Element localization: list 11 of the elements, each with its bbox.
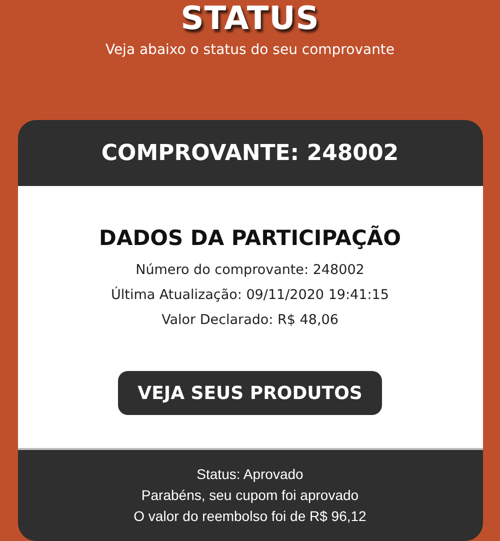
status-text: Status: Aprovado	[196, 465, 304, 484]
status-text: Parabéns, seu cupom foi aprovado	[141, 486, 359, 505]
status-text: O valor do reembolso foi de R$ 96,12	[134, 507, 366, 526]
section-title: DADOS DA PARTICIPAÇÃO	[99, 226, 401, 250]
view-products-button[interactable]: VEJA SEUS PRODUTOS	[118, 371, 382, 415]
detail-text: Valor Declarado: R$ 48,06	[162, 311, 338, 330]
detail-text: Número do comprovante: 248002	[136, 261, 364, 280]
detail-text: Última Atualização: 09/11/2020 19:41:15	[111, 286, 389, 305]
page-title: STATUS	[180, 0, 320, 38]
page-subtitle: Veja abaixo o status do seu comprovante	[105, 42, 395, 58]
receipt-title: COMPROVANTE: 248002	[101, 140, 399, 166]
